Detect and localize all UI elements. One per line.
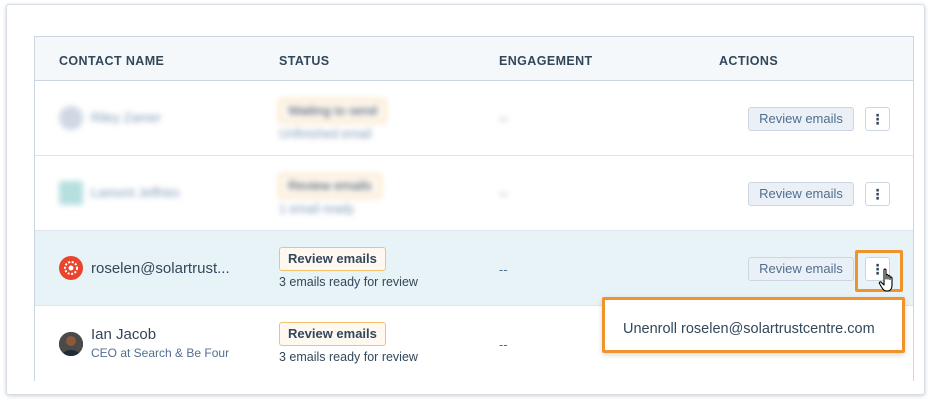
header-status[interactable]: STATUS [279,54,330,68]
status-badge: Review emails [279,174,381,198]
engagement-value: -- [499,186,508,201]
table-row: Lamont Jeffries Review emails 1 email re… [35,156,913,231]
review-emails-button[interactable]: Review emails [748,107,854,131]
engagement-value: -- [499,262,508,277]
avatar [59,106,83,130]
status-subtext: Unfinished email [279,127,372,141]
status-badge: Waiting to send [279,99,387,123]
header-contact-name[interactable]: CONTACT NAME [59,54,164,68]
avatar [59,332,83,356]
contact-name[interactable]: Riley Zamer [91,110,161,125]
actions-dropdown-menu: Unenroll roselen@solartrustcentre.com [602,297,905,353]
engagement-value: -- [499,337,508,352]
status-badge: Review emails [279,322,386,346]
more-actions-button[interactable]: ⋮ [865,107,890,131]
status-subtext: 3 emails ready for review [279,275,418,289]
header-engagement[interactable]: ENGAGEMENT [499,54,593,68]
status-subtext: 3 emails ready for review [279,350,418,364]
table-header: CONTACT NAME STATUS ENGAGEMENT ACTIONS [35,37,913,81]
more-actions-button[interactable]: ⋮ [865,182,890,206]
status-badge: Review emails [279,247,386,271]
status-subtext: 1 email ready [279,202,355,216]
review-emails-button[interactable]: Review emails [748,182,854,206]
more-vertical-icon: ⋮ [870,186,885,202]
contact-title: CEO at Search & Be Four [91,346,230,360]
more-vertical-icon: ⋮ [870,111,885,127]
engagement-value: -- [499,111,508,126]
review-emails-button[interactable]: Review emails [748,257,854,281]
table-row-selected: roselen@solartrust... Review emails 3 em… [35,231,913,306]
contact-name[interactable]: Lamont Jeffries [91,185,180,200]
table-row: Riley Zamer Waiting to send Unfinished e… [35,81,913,156]
hand-cursor-icon [878,268,898,294]
company-logo-icon [59,256,83,280]
unenroll-menu-item[interactable]: Unenroll roselen@solartrustcentre.com [623,321,875,337]
header-actions: ACTIONS [719,54,779,68]
avatar [59,181,83,205]
contact-name[interactable]: Ian Jacob [91,326,156,343]
contact-name[interactable]: roselen@solartrust... [91,260,230,277]
